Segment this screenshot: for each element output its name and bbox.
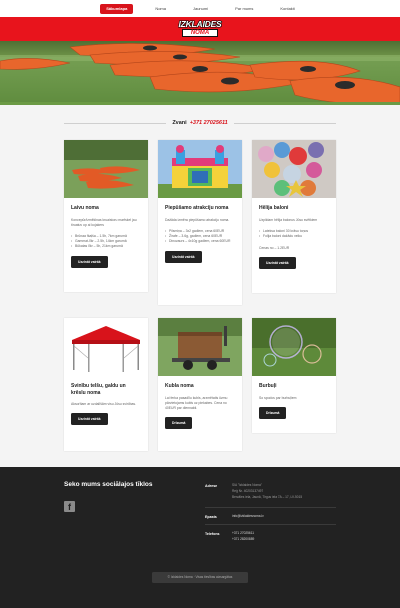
contact-phone-bar: Zvani +371 27025611 — [0, 118, 400, 128]
card-description: Koncepūr/izmēklnas kruaistoru marfskel j… — [71, 217, 137, 227]
list-item: Būkatas līkr – 5h, 21km garumā — [71, 244, 141, 249]
card-feature-list: Lateksa baloni 30 krāsu toņos Folija bal… — [259, 229, 329, 239]
divider-left — [64, 123, 166, 124]
site-logo[interactable]: IZKLAIDES NOMA — [178, 19, 222, 39]
card-description: So spodcs par burbuļiem — [259, 395, 297, 400]
nav-item-rental[interactable]: Noma — [150, 4, 171, 13]
service-card-kayaks: Laivu noma Koncepūr/izmēklnas kruaistoru… — [64, 140, 148, 292]
address-line: SIA "Izklaides Noma" — [232, 483, 262, 487]
service-card-inflatables: Piepūšamo atrakciju noma Dažāda izmēra p… — [158, 140, 242, 305]
service-card-balloons: Hēlija baloni Uzpildam hēlija balonus Jū… — [252, 140, 336, 293]
card-description: Aksorītam ar uzdalīšām visu Jūsu svinība… — [71, 402, 137, 406]
address-line: Berzāles iela, Jaunā, Tirgus iela 7A – 1… — [232, 495, 303, 499]
card-description: Uzpildam hēlija balonus Jūsu svētkiem — [259, 217, 318, 222]
nav-item-contacts[interactable]: Kontakti — [275, 4, 299, 13]
divider-right — [234, 123, 336, 124]
address-label: Adrese — [205, 484, 218, 488]
nav-item-about[interactable]: Par mums — [230, 4, 258, 13]
card-image-bubbles — [252, 318, 336, 376]
learn-more-button[interactable]: Uzzināt vairāk — [259, 256, 296, 269]
copyright-notice: © Izklaides Noma · Visas tiesības aizsar… — [152, 572, 248, 583]
card-image-tent — [64, 318, 148, 376]
footer-divider — [205, 507, 336, 508]
card-price-note: Cenas no – 1.2EUR — [259, 245, 290, 250]
logo-line-1: IZKLAIDES — [178, 19, 222, 29]
card-title: Svinību telšu, galdu un krēslu noma — [71, 383, 126, 396]
nav-item-home[interactable]: Sākumlapa — [100, 3, 134, 14]
footer-divider — [205, 524, 336, 525]
card-description: Dažāda izmēra piepūšamo atrakciju noma. — [165, 217, 230, 222]
phone-link[interactable]: +371 27025611 — [190, 120, 228, 126]
coming-soon-button[interactable]: Drīzumā — [259, 406, 287, 419]
hero-image — [0, 41, 400, 105]
card-image-hot-tub — [158, 318, 242, 376]
learn-more-button[interactable]: Uzzināt vairāk — [165, 250, 202, 263]
learn-more-button[interactable]: Uzzināt vairāk — [71, 413, 108, 425]
card-title: Piepūšamo atrakciju noma — [165, 205, 229, 211]
list-item: Dinozaurs – 4x10g gadlem, cena 60EUR — [165, 239, 235, 244]
email-link[interactable]: info@izklaidesnoma.lv — [232, 514, 264, 519]
learn-more-button[interactable]: Uzzināt vairāk — [71, 255, 108, 268]
site-footer: Seko mums sociālajos tīklos f Adrese SIA… — [0, 467, 400, 608]
list-item: Folija baloni dažādu veiku — [259, 234, 329, 239]
card-feature-list: Brūnaa fkaļša – 1.5h, 7km garumā Gammat-… — [71, 234, 141, 249]
card-title: Kubla noma — [165, 383, 194, 389]
phone-label: Zvani — [172, 120, 187, 126]
address-line: Reģ Nr. 40203137497 — [232, 489, 264, 493]
card-image-balloons — [252, 140, 336, 198]
card-title: Laivu noma — [71, 205, 99, 211]
card-title: Hēlija baloni — [259, 205, 289, 211]
card-image-kayaks — [64, 140, 148, 198]
service-card-tents: Svinību telšu, galdu un krēslu noma Akso… — [64, 318, 148, 451]
card-image-inflatables — [158, 140, 242, 198]
top-navigation: Sākumlapa Noma Jaunumi Par mums Kontakti — [0, 0, 400, 17]
card-feature-list: Pilsmiņa – 3x2 gadlem, cena 60EUR Žirafe… — [165, 229, 235, 244]
coming-soon-button[interactable]: Drīzumā — [165, 416, 193, 429]
phone-link[interactable]: +371 27025611 — [232, 531, 254, 536]
card-title: Burbuļi — [259, 383, 277, 389]
service-card-hot-tub: Kubla noma Lai ferka pasadīlu kubls, arz… — [158, 318, 242, 451]
phone-link[interactable]: +371 28200889 — [232, 537, 254, 542]
email-label: Epasts — [205, 515, 217, 519]
logo-line-2: NOMA — [182, 29, 218, 37]
nav-item-news[interactable]: Jaunumi — [188, 4, 213, 13]
card-description: Lai ferka pasadīlu kubls, arzmētatis ūzm… — [165, 395, 228, 410]
phone-label: Telefons — [205, 532, 220, 536]
social-heading: Seko mums sociālajos tīklos — [64, 481, 153, 488]
service-card-bubbles: Burbuļi So spodcs par burbuļiem Drīzumā — [252, 318, 336, 433]
facebook-icon[interactable]: f — [64, 501, 75, 512]
kayaks-illustration — [0, 41, 400, 105]
